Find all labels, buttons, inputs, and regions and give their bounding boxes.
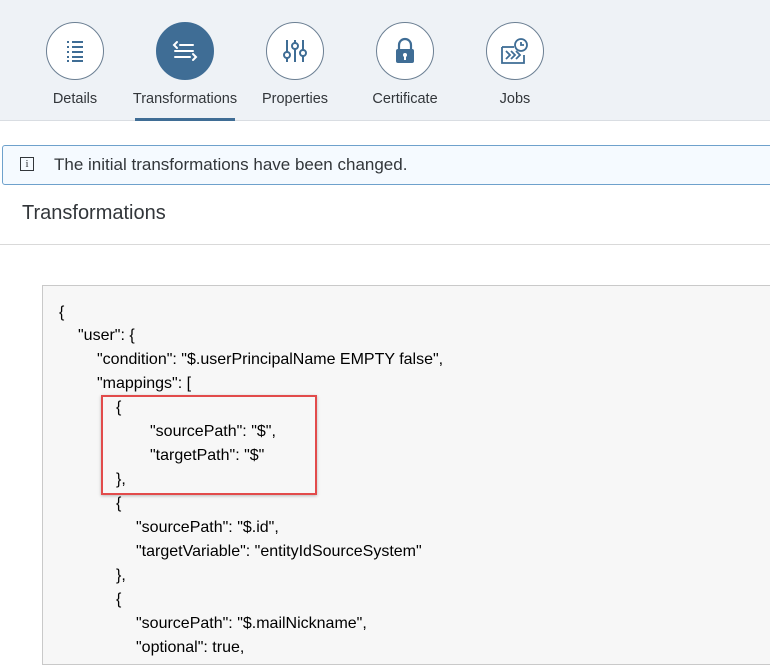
info-message-text: The initial transformations have been ch… [54,155,408,174]
info-message-strip: i The initial transformations have been … [2,145,770,185]
code-line: "optional": true, [136,639,245,656]
information-icon: i [20,157,34,171]
active-tab-indicator [135,118,235,121]
code-line: { [116,591,122,608]
code-line: { [116,495,122,512]
highlight-annotation-box [101,395,317,495]
code-line: { [59,304,65,321]
tab-transformations[interactable]: Transformations [130,22,240,121]
object-page-header: Details Transformations Properties Certi… [0,0,770,121]
section-divider [0,244,770,245]
tab-properties-circle [266,22,324,80]
tab-properties-label: Properties [261,91,329,107]
tab-details-label: Details [52,91,98,107]
transformations-icon [172,41,198,61]
tab-certificate-circle [376,22,434,80]
tab-jobs-circle [486,22,544,80]
sliders-icon [283,40,307,62]
lock-icon [396,37,414,63]
tab-jobs-label: Jobs [499,91,531,107]
tab-details-circle [46,22,104,80]
tab-certificate[interactable]: Certificate [350,22,460,120]
tab-jobs[interactable]: Jobs [460,22,570,120]
section-title: Transformations [22,202,166,224]
code-line: "condition": "$.userPrincipalName EMPTY … [97,351,444,368]
code-line: }, [116,567,126,584]
tab-details[interactable]: Details [20,22,130,120]
code-line: "targetVariable": "entityIdSourceSystem" [136,543,422,560]
tab-transformations-circle [156,22,214,80]
list-icon [67,41,83,62]
tab-properties[interactable]: Properties [240,22,350,120]
jobs-icon [501,38,528,64]
code-line: "mappings": [ [97,375,192,392]
tab-transformations-label: Transformations [132,91,238,107]
code-line: "sourcePath": "$.id", [136,519,279,536]
code-line: "sourcePath": "$.mailNickname", [136,615,367,632]
tab-certificate-label: Certificate [372,91,438,107]
code-line: "user": { [78,327,135,344]
